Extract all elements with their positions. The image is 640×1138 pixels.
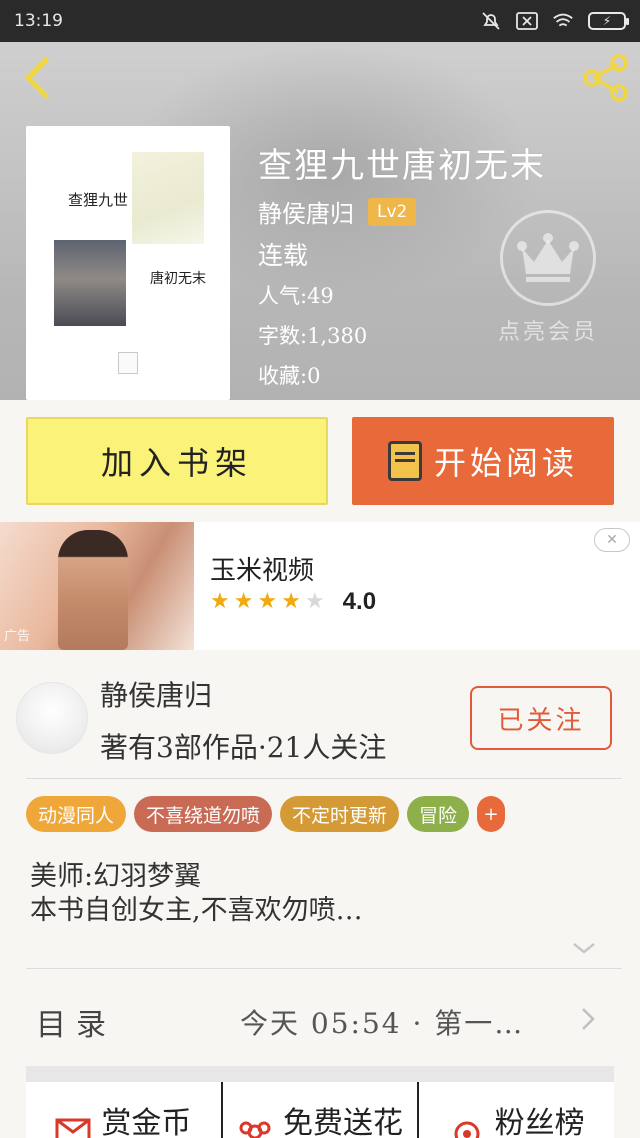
back-arrow-icon — [25, 57, 49, 99]
cover-illustration-girl — [54, 240, 126, 326]
vip-badge[interactable]: 点亮会员 — [488, 210, 608, 360]
bottom-action-bar: 赏金币 免费送花 粉丝榜 — [26, 1082, 614, 1138]
serial-status: 连载 — [258, 241, 309, 270]
wifi-icon — [552, 12, 574, 30]
tag-list: 动漫同人 不喜绕道勿喷 不定时更新 冒险 + — [26, 796, 506, 832]
author-works-summary: 著有3部作品·21人关注 — [100, 731, 387, 764]
book-description[interactable]: 美师:幻羽梦翼 本书自创女主,不喜欢勿喷… — [30, 860, 610, 928]
vip-label: 点亮会员 — [497, 320, 598, 345]
status-bar: 13:19 ⚡ — [0, 0, 640, 42]
author-row: 静侯唐归 Lv2 — [258, 194, 417, 229]
author-avatar[interactable] — [16, 682, 88, 754]
book-header: 查狸九世 唐初无末 查狸九世唐初无末 静侯唐归 Lv2 连载 人气:49 字数:… — [0, 42, 640, 400]
ad-figure — [58, 530, 128, 650]
clock: 13:19 — [14, 11, 63, 31]
toc-label: 目录 — [36, 1008, 116, 1043]
level-badge: Lv2 — [368, 197, 417, 226]
author-section: 静侯唐归 著有3部作品·21人关注 已关注 — [0, 658, 640, 778]
action-bar: 加入书架 开始阅读 — [0, 400, 640, 516]
ad-image[interactable]: 广告 — [0, 522, 194, 650]
fans-ranking-button[interactable]: 粉丝榜 — [417, 1082, 614, 1138]
crown-icon — [517, 233, 579, 282]
follow-button[interactable]: 已关注 — [470, 686, 612, 750]
book-title: 查狸九世唐初无末 — [258, 146, 546, 186]
no-sim-icon — [516, 12, 538, 30]
ad-title[interactable]: 玉米视频 — [210, 550, 314, 587]
divider — [26, 778, 622, 779]
cover-title-text-b: 唐初无末 — [150, 271, 206, 287]
chevron-right-icon — [582, 1008, 595, 1030]
book-icon — [387, 441, 422, 481]
add-to-shelf-button[interactable]: 加入书架 — [26, 417, 328, 505]
fans-icon — [454, 1121, 480, 1138]
description-line: 美师:幻羽梦翼 — [30, 861, 202, 892]
flower-icon — [239, 1121, 271, 1138]
fans-ranking-label: 粉丝榜 — [494, 1106, 585, 1138]
star-icon: ★ — [281, 589, 301, 614]
star-empty-icon: ★ — [304, 589, 325, 614]
table-of-contents-row[interactable]: 目录 今天 05:54 · 第一… — [0, 970, 640, 1066]
latest-chapter: 今天 05:54 · 第一… — [240, 1007, 525, 1040]
tag-item[interactable]: 不喜绕道勿喷 — [134, 796, 273, 832]
mute-bell-icon — [480, 12, 502, 30]
share-button[interactable] — [580, 52, 632, 104]
back-button[interactable] — [14, 54, 58, 102]
tag-item[interactable]: 冒险 — [407, 796, 470, 832]
free-flower-button[interactable]: 免费送花 — [220, 1082, 418, 1138]
start-reading-label: 开始阅读 — [433, 444, 578, 482]
ad-banner[interactable]: 广告 玉米视频 ★ ★ ★ ★ ★ 4.0 ✕ — [0, 522, 640, 650]
reward-coins-button[interactable]: 赏金币 — [26, 1082, 221, 1138]
cover-title-text-a: 查狸九世 — [68, 191, 129, 209]
more-tags-button[interactable]: + — [477, 796, 506, 832]
tag-item[interactable]: 不定时更新 — [280, 796, 400, 832]
battery-icon: ⚡ — [588, 12, 629, 30]
popularity: 人气:49 — [258, 284, 334, 308]
author-section-name[interactable]: 静侯唐归 — [100, 674, 212, 714]
status-icons: ⚡ — [480, 12, 629, 30]
cover-illustration-boy — [132, 152, 204, 244]
favorites-count: 收藏:0 — [258, 364, 321, 388]
share-icon — [583, 54, 628, 102]
ad-score: 4.0 — [342, 588, 377, 615]
expand-chevron-icon[interactable] — [570, 938, 598, 958]
book-cover[interactable]: 查狸九世 唐初无末 — [26, 126, 230, 400]
star-icon: ★ — [257, 589, 278, 614]
ad-rating: ★ ★ ★ ★ ★ 4.0 — [210, 588, 376, 616]
star-icon: ★ — [210, 589, 230, 614]
section-spacer — [26, 1066, 614, 1082]
tag-item[interactable]: 动漫同人 — [26, 796, 127, 832]
crown-circle — [500, 210, 596, 306]
word-count: 字数:1,380 — [258, 324, 368, 348]
author-name[interactable]: 静侯唐归 — [258, 194, 354, 229]
start-reading-button[interactable]: 开始阅读 — [352, 417, 614, 505]
star-icon: ★ — [233, 589, 254, 614]
ad-close-button[interactable]: ✕ — [594, 528, 630, 552]
page-icon — [118, 352, 138, 374]
ad-label: 广告 — [4, 629, 31, 644]
reward-coins-label: 赏金币 — [101, 1106, 192, 1138]
description-line: 本书自创女主,不喜欢勿喷… — [30, 895, 363, 926]
envelope-icon — [55, 1118, 91, 1138]
free-flower-label: 免费送花 — [283, 1106, 403, 1138]
divider — [26, 968, 622, 969]
